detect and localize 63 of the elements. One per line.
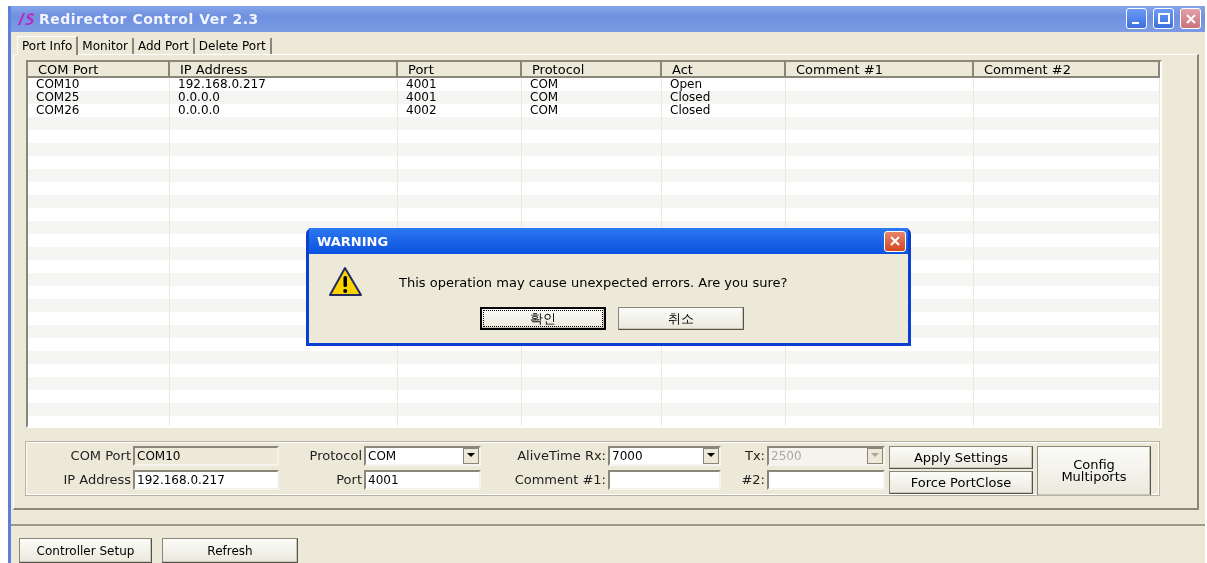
input-field[interactable] xyxy=(608,469,721,490)
config-multiports-button[interactable]: Config Multiports xyxy=(1037,445,1151,496)
dialog-title: WARNING xyxy=(317,233,390,249)
table-cell-text: COM xyxy=(529,103,560,117)
table-cell-text: COM xyxy=(529,90,560,104)
table-cell-text: COM10 xyxy=(35,77,81,91)
column-header[interactable]: COM Port xyxy=(28,61,170,78)
field-label: AliveTime Rx: xyxy=(516,448,606,463)
maximize-icon xyxy=(1157,12,1170,25)
refresh-button[interactable]: Refresh xyxy=(162,538,298,563)
controller-setup-button[interactable]: Controller Setup xyxy=(19,538,152,563)
table-cell-text: COM26 xyxy=(35,103,81,117)
table-cell-text: 0.0.0.0 xyxy=(177,103,221,117)
app-logo-icon xyxy=(15,10,35,27)
warning-message: This operation may cause unexpected errors. Are you sure? xyxy=(399,274,788,290)
input-field[interactable] xyxy=(767,469,885,490)
table-cell-text: 4001 xyxy=(405,90,438,104)
column-header[interactable]: Comment #1 xyxy=(786,61,974,78)
column-header[interactable]: Port xyxy=(398,61,522,78)
dropdown[interactable]: 7000 xyxy=(608,445,721,466)
force-close-button[interactable]: Force PortClose xyxy=(889,470,1033,494)
column-header[interactable]: Act xyxy=(662,61,786,78)
minimize-icon xyxy=(1131,21,1139,24)
field-label: IP Address xyxy=(62,472,131,487)
tab[interactable]: Add Port xyxy=(133,37,195,54)
close-icon xyxy=(1184,12,1197,25)
tab[interactable]: Delete Port xyxy=(194,37,272,54)
warning-icon xyxy=(327,266,363,298)
column-header[interactable]: Protocol xyxy=(522,61,662,78)
apply-settings-button[interactable]: Apply Settings xyxy=(889,445,1033,469)
field-label: Tx: xyxy=(744,448,765,463)
table-cell-text: 4001 xyxy=(405,77,438,91)
column-header[interactable]: Comment #2 xyxy=(974,61,1160,78)
table-cell-text: 4002 xyxy=(405,103,438,117)
column-header[interactable]: IP Address xyxy=(170,61,398,78)
tab[interactable]: Monitor xyxy=(78,37,134,54)
close-icon xyxy=(889,235,901,247)
field-label: COM Port xyxy=(69,448,131,463)
table-cell-text: COM25 xyxy=(35,90,81,104)
field-label: Port xyxy=(335,472,362,487)
caret-icon xyxy=(871,453,879,458)
input-field[interactable]: 4001 xyxy=(364,469,481,490)
tab[interactable]: Port Info xyxy=(17,35,79,55)
confirm-button[interactable]: 확인 xyxy=(480,307,606,330)
table-cell-text: Open xyxy=(669,77,703,91)
window-title: Redirector Control Ver 2.3 xyxy=(39,10,260,27)
field-label: Protocol xyxy=(308,448,362,463)
table-cell-text: 192.168.0.217 xyxy=(177,77,267,91)
table-cell-text: 0.0.0.0 xyxy=(177,90,221,104)
close-button[interactable] xyxy=(884,230,906,252)
field-label: Comment #1: xyxy=(513,472,606,487)
caret-icon xyxy=(707,453,715,458)
field-label: #2: xyxy=(740,472,765,487)
caret-icon xyxy=(467,453,475,458)
close-button[interactable] xyxy=(1180,8,1201,30)
minimize-button[interactable] xyxy=(1126,8,1147,30)
cancel-button[interactable]: 취소 xyxy=(618,307,744,330)
table-cell-text: Closed xyxy=(669,90,712,104)
table-cell-text: COM xyxy=(529,77,560,91)
input-field[interactable]: 192.168.0.217 xyxy=(133,469,279,490)
maximize-button[interactable] xyxy=(1153,8,1174,30)
table-cell-text: Closed xyxy=(669,103,712,117)
dropdown[interactable]: COM xyxy=(364,445,481,466)
